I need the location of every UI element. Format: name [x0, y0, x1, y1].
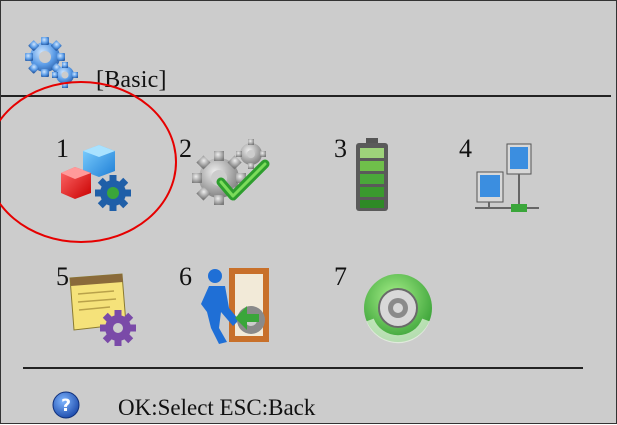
svg-text:?: ? [61, 396, 71, 416]
menu-item-number: 3 [334, 134, 347, 163]
help-icon: ? [51, 390, 81, 420]
network-icon [475, 143, 539, 212]
notepad-gear-icon [69, 273, 136, 346]
menu-item-number: 7 [334, 262, 347, 291]
menu-item-3[interactable]: 3 [334, 136, 429, 226]
page-title: [Basic] [96, 67, 167, 93]
menu-item-2[interactable]: 2 [179, 136, 274, 226]
footer-hint-text: OK:Select ESC:Back [118, 395, 316, 420]
battery-icon [356, 138, 388, 211]
header-divider [1, 95, 611, 97]
page-header: [Basic] [23, 35, 613, 95]
blocks-settings-icon [61, 145, 131, 211]
footer-hint-bar: ? OK:Select ESC:Back [51, 387, 471, 421]
menu-item-5[interactable]: 5 [56, 264, 151, 354]
menu-item-1[interactable]: 1 [56, 136, 151, 226]
gears-icon [25, 35, 81, 91]
menu-item-6[interactable]: 6 [179, 264, 274, 354]
exit-door-icon [201, 268, 269, 344]
device-screen: [Basic] 1 2 3 4 5 6 7 ? OK:Select ESC:Ba… [0, 0, 617, 424]
menu-item-number: 6 [179, 262, 192, 291]
menu-item-4[interactable]: 4 [459, 136, 554, 226]
footer-divider [23, 367, 583, 369]
reset-icon [364, 274, 432, 344]
menu-item-7[interactable]: 7 [334, 262, 432, 354]
gears-check-icon [192, 139, 270, 205]
